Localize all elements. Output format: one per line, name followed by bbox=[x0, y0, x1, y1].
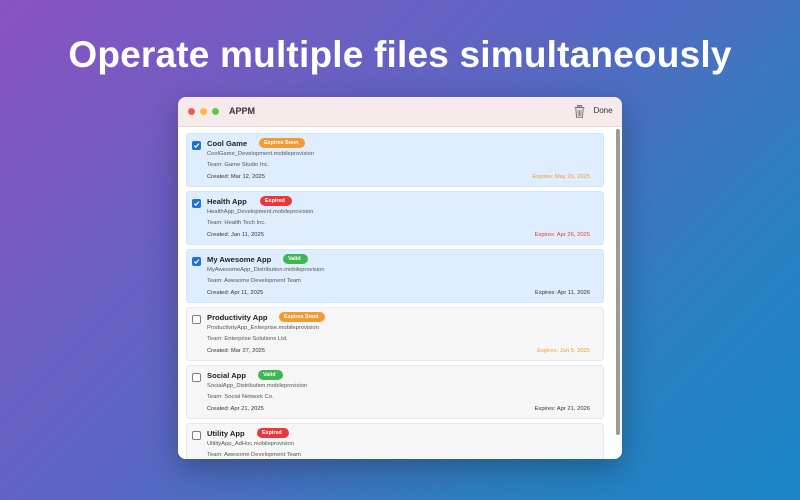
profile-created-date: Created: Jan 11, 2025 bbox=[207, 232, 264, 238]
profile-expiry-date: Expires: Apr 21, 2026 bbox=[534, 406, 590, 412]
profile-name: My Awesome App bbox=[207, 255, 272, 264]
profile-filename: UtilityApp_AdHoc.mobileprovision bbox=[207, 441, 294, 447]
profile-name: Social App bbox=[207, 371, 246, 380]
profile-filename: SocialApp_Distribution.mobileprovision bbox=[207, 383, 308, 389]
status-badge: Expires Soon bbox=[259, 138, 306, 148]
profile-name: Cool Game bbox=[207, 139, 248, 148]
profile-team: Team: Social Network Co. bbox=[207, 394, 274, 400]
profile-checkbox[interactable] bbox=[192, 315, 201, 324]
profile-team: Team: Health Tech Inc. bbox=[207, 220, 266, 226]
minimize-window-button[interactable] bbox=[200, 108, 207, 115]
profile-name: Utility App bbox=[207, 429, 245, 438]
profile-row[interactable]: Productivity App Expires Soon Productivity… bbox=[186, 307, 604, 361]
profile-list: Cool Game Expires Soon CoolGame_Developmen… bbox=[178, 127, 622, 459]
profile-row[interactable]: Social App Valid SocialApp_Distribution.mo… bbox=[186, 365, 604, 419]
profile-row[interactable]: Utility App Expired UtilityApp_AdHoc.mobil… bbox=[186, 423, 604, 459]
profile-checkbox[interactable] bbox=[192, 373, 201, 382]
profile-created-date: Created: Apr 21, 2025 bbox=[207, 406, 264, 412]
profile-created-date: Created: Apr 11, 2025 bbox=[207, 290, 264, 296]
profile-team: Team: Enterprise Solutions Ltd. bbox=[207, 336, 288, 342]
status-badge: Valid bbox=[258, 370, 283, 380]
profile-team: Team: Awesome Development Team bbox=[207, 452, 301, 458]
profile-checkbox[interactable] bbox=[192, 431, 201, 440]
profile-name: Productivity App bbox=[207, 313, 268, 322]
profile-expiry-date: Expires: Apr 26, 2025 bbox=[534, 232, 590, 238]
profile-expiry-date: Expires: Jun 5, 2025 bbox=[537, 348, 590, 354]
profile-checkbox[interactable] bbox=[192, 257, 201, 266]
headline: Operate multiple files simultaneously bbox=[68, 34, 732, 75]
profile-checkbox[interactable] bbox=[192, 199, 201, 208]
status-badge: Valid bbox=[283, 254, 308, 264]
checkmark-icon bbox=[193, 259, 200, 265]
title-bar: APPM Done bbox=[178, 97, 622, 127]
window-title: APPM bbox=[229, 106, 256, 116]
checkmark-icon bbox=[193, 201, 200, 207]
close-window-button[interactable] bbox=[188, 108, 195, 115]
profile-row[interactable]: My Awesome App Valid MyAwesomeApp_Distribu… bbox=[186, 249, 604, 303]
done-button[interactable]: Done bbox=[591, 104, 615, 118]
zoom-window-button[interactable] bbox=[212, 108, 219, 115]
checkmark-icon bbox=[193, 143, 200, 149]
profile-filename: ProductivityApp_Enterprise.mobileprovisi… bbox=[207, 325, 319, 331]
profile-filename: MyAwesomeApp_Distribution.mobileprovisio… bbox=[207, 267, 325, 273]
status-badge: Expired bbox=[257, 428, 289, 438]
status-badge: Expires Soon bbox=[279, 312, 326, 322]
status-badge: Expired bbox=[260, 196, 292, 206]
profile-filename: CoolGame_Development.mobileprovision bbox=[207, 151, 314, 157]
profile-expiry-date: Expires: Apr 11, 2026 bbox=[535, 290, 590, 296]
profile-checkbox[interactable] bbox=[192, 141, 201, 150]
profile-team: Team: Awesome Development Team bbox=[207, 278, 301, 284]
profile-expiry-date: Expires: May 26, 2025 bbox=[532, 174, 590, 180]
profile-row[interactable]: Health App Expired HealthApp_Development.m… bbox=[186, 191, 604, 245]
app-window: APPM Done Cool Game Expires Soon CoolGame_… bbox=[178, 97, 622, 459]
profile-name: Health App bbox=[207, 197, 247, 206]
profile-created-date: Created: Mar 27, 2025 bbox=[207, 348, 266, 354]
trash-icon[interactable] bbox=[574, 105, 585, 118]
profile-row[interactable]: Cool Game Expires Soon CoolGame_Developmen… bbox=[186, 133, 604, 187]
profile-team: Team: Game Studio Inc. bbox=[207, 162, 270, 168]
scrollbar-thumb[interactable] bbox=[616, 129, 620, 435]
profile-filename: HealthApp_Development.mobileprovision bbox=[207, 209, 314, 215]
profile-created-date: Created: Mar 12, 2025 bbox=[207, 174, 266, 180]
